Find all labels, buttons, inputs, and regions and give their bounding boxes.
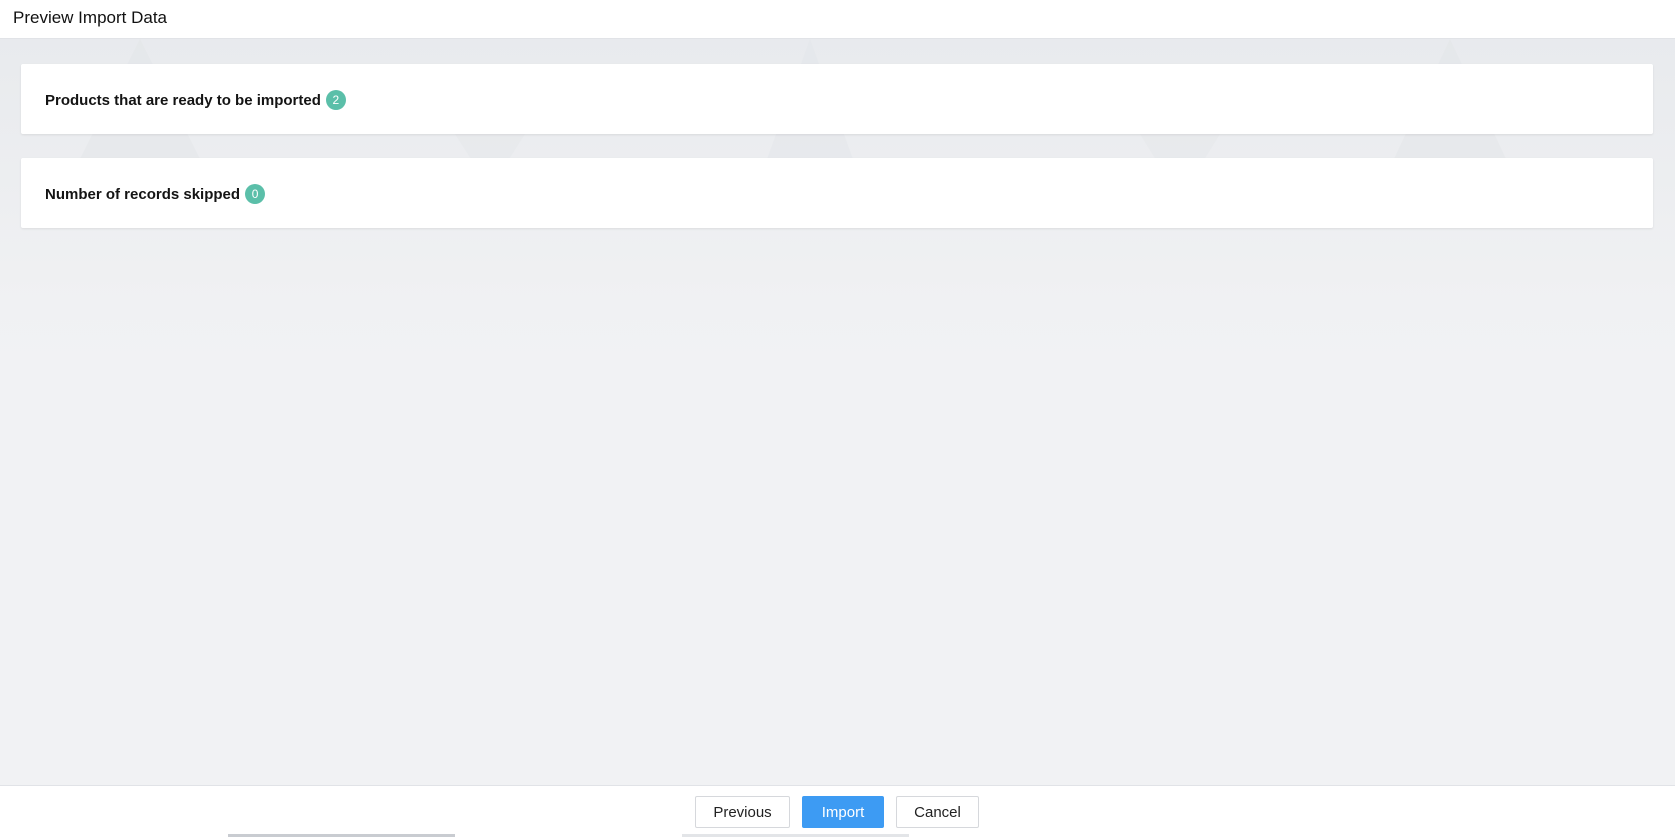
page-title: Preview Import Data xyxy=(13,8,167,27)
previous-button[interactable]: Previous xyxy=(695,796,790,828)
action-footer: Previous Import Cancel xyxy=(0,785,1675,837)
ready-to-import-card: Products that are ready to be imported 2 xyxy=(21,64,1653,134)
import-button[interactable]: Import xyxy=(802,796,884,828)
skipped-records-label: Number of records skipped xyxy=(45,185,241,203)
main-content: Products that are ready to be imported 2… xyxy=(0,39,1675,786)
page-header: Preview Import Data xyxy=(0,0,1675,39)
ready-to-import-row: Products that are ready to be imported 2 xyxy=(45,90,346,110)
skipped-count-badge: 0 xyxy=(245,184,266,204)
ready-to-import-label: Products that are ready to be imported xyxy=(45,91,321,109)
skipped-records-row: Number of records skipped 0 xyxy=(45,184,266,204)
skipped-records-card: Number of records skipped 0 xyxy=(21,158,1653,228)
ready-count-badge: 2 xyxy=(325,90,346,110)
cancel-button[interactable]: Cancel xyxy=(896,796,979,828)
